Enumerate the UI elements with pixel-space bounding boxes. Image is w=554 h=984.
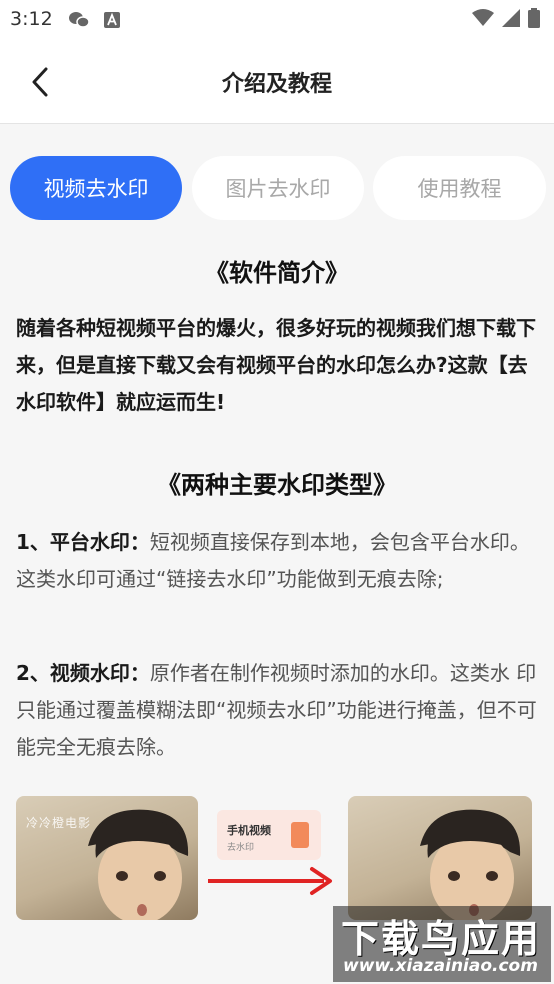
type-item-video: 2、视频水印：原作者在制作视频时添加的水印。这类水 印只能通过覆盖模糊法即“视频… [16,655,542,766]
tab-video-watermark[interactable]: 视频去水印 [10,156,182,220]
card-title: 手机视频 [227,824,271,837]
site-watermark-logo: 下载鸟应用 www.xiazainiao.com [333,906,551,982]
tab-image-watermark[interactable]: 图片去水印 [192,156,364,220]
after-image [348,796,532,920]
battery-icon [528,8,540,28]
wifi-icon [472,9,494,26]
tab-bar: 视频去水印 图片去水印 使用教程 [10,156,546,220]
arrow-right-icon [208,867,332,895]
notification-icons [68,11,120,29]
site-watermark-url: www.xiazainiao.com [343,956,538,976]
system-icons [472,8,540,28]
status-time: 3:12 [10,8,53,30]
boy-portrait [420,809,521,920]
site-watermark-title: 下载鸟应用 [341,917,542,961]
intro-heading: 《软件简介》 [205,259,349,287]
cellular-signal-icon [502,9,520,27]
nav-bar: 介绍及教程 [0,40,554,124]
before-image: 冷冷橙电影 [16,796,198,920]
app-a-icon [104,12,120,28]
card-subtitle: 去水印 [227,843,255,853]
tab-tutorial[interactable]: 使用教程 [373,156,546,220]
wechat-icon [69,12,90,28]
item-label: 1、平台水印： [16,530,150,554]
intro-text: 随着各种短视频平台的爆火，很多好玩的视频我们想下载下来，但是直接下载又会有视频平… [16,316,536,414]
phone-video-icon [291,822,309,848]
types-heading: 《两种主要水印类型》 [157,471,397,499]
boy-portrait [88,809,189,920]
status-bar: 3:12 [0,0,554,40]
item-label: 2、视频水印： [16,661,150,685]
page-title: 介绍及教程 [221,72,332,97]
app-card: 手机视频 去水印 [217,810,321,860]
type-item-platform: 1、平台水印：短视频直接保存到本地，会包含平台水印。这类水印可通过“链接去水印”… [16,524,542,598]
